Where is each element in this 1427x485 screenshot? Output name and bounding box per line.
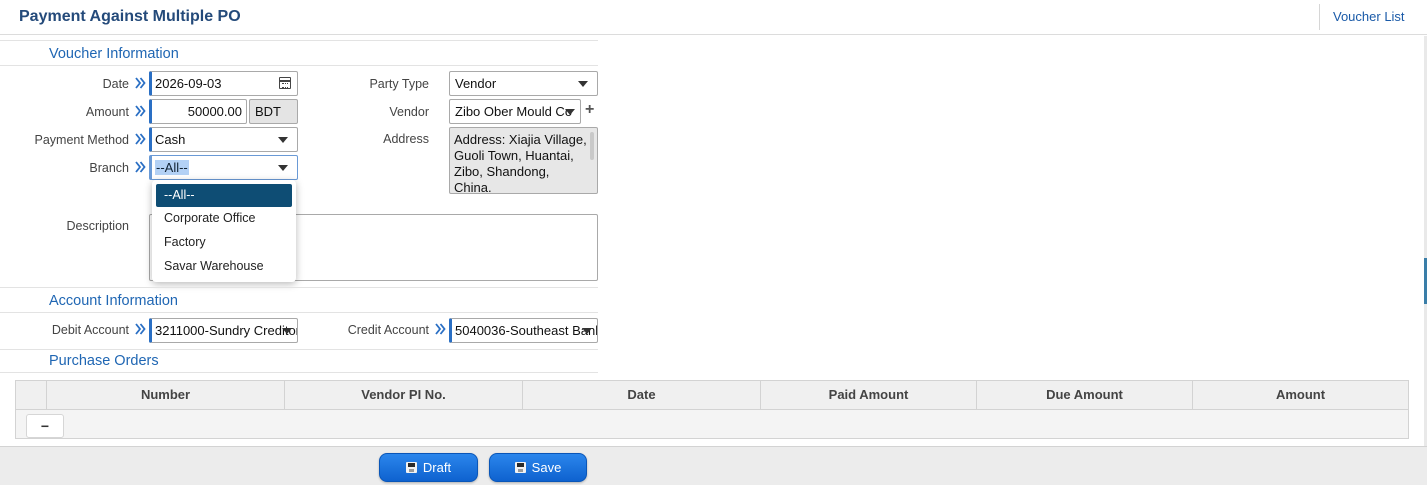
party-type-select[interactable]: Vendor xyxy=(449,71,598,96)
address-scrollbar[interactable] xyxy=(590,132,594,160)
draft-button[interactable]: Draft xyxy=(379,453,478,482)
page: Payment Against Multiple PO Voucher List… xyxy=(0,0,1427,485)
vendor-select[interactable]: Zibo Ober Mould Co xyxy=(449,99,581,124)
address-value: Address: Xiajia Village, Guoli Town, Hua… xyxy=(454,132,587,194)
caret-down-icon xyxy=(282,328,292,334)
column-header-due-amount[interactable]: Due Amount xyxy=(976,381,1192,409)
branch-select[interactable]: --All-- xyxy=(149,155,298,180)
payment-method-select[interactable]: Cash xyxy=(149,127,298,152)
voucher-section-header: Voucher Information xyxy=(0,40,598,66)
column-header-paid-amount[interactable]: Paid Amount xyxy=(760,381,976,409)
date-value: 2026-09-03 xyxy=(155,76,222,91)
currency-badge: BDT xyxy=(249,99,298,124)
page-header: Payment Against Multiple PO Voucher List xyxy=(0,0,1427,35)
caret-down-icon xyxy=(278,165,288,171)
debit-account-label: Debit Account xyxy=(51,323,129,337)
voucher-section-title: Voucher Information xyxy=(49,46,179,62)
party-type-value: Vendor xyxy=(455,76,497,91)
credit-account-value: 5040036-Southeast Bank xyxy=(455,323,598,338)
required-double-chevron-icon xyxy=(135,105,147,119)
payment-method-label: Payment Method xyxy=(34,133,130,147)
vendor-value: Zibo Ober Mould Co xyxy=(455,104,573,119)
branch-value: --All-- xyxy=(155,160,189,175)
debit-account-value: 3211000-Sundry Creditors xyxy=(155,323,298,338)
description-label: Description xyxy=(66,219,129,233)
amount-input[interactable]: 50000.00 xyxy=(149,99,247,124)
branch-label: Branch xyxy=(89,161,129,175)
column-header-amount[interactable]: Amount xyxy=(1192,381,1408,409)
footer-bar: Draft Save xyxy=(0,446,1427,485)
payment-method-value: Cash xyxy=(155,132,186,147)
caret-down-icon xyxy=(565,109,575,115)
amount-label: Amount xyxy=(85,105,129,119)
vendor-label: Vendor xyxy=(389,105,429,119)
amount-value: 50000.00 xyxy=(187,104,242,119)
purchase-orders-table: Number Vendor PI No. Date Paid Amount Du… xyxy=(15,380,1409,439)
credit-account-select[interactable]: 5040036-Southeast Bank xyxy=(449,318,598,343)
date-label: Date xyxy=(102,77,129,91)
floppy-disk-icon xyxy=(514,462,526,473)
save-button[interactable]: Save xyxy=(489,453,587,482)
purchase-section-header: Purchase Orders xyxy=(0,349,598,373)
branch-option-savar-warehouse[interactable]: Savar Warehouse xyxy=(156,255,292,278)
required-double-chevron-icon xyxy=(135,323,147,337)
caret-down-icon xyxy=(582,328,592,334)
required-double-chevron-icon xyxy=(135,133,147,147)
remove-row-button[interactable]: − xyxy=(26,414,64,438)
caret-down-icon xyxy=(578,81,588,87)
address-textarea[interactable]: Address: Xiajia Village, Guoli Town, Hua… xyxy=(449,127,598,194)
purchase-section-title: Purchase Orders xyxy=(49,353,159,369)
branch-option-factory[interactable]: Factory xyxy=(156,231,292,254)
branch-option-corporate-office[interactable]: Corporate Office xyxy=(156,207,292,230)
add-vendor-plus-icon[interactable]: + xyxy=(585,101,594,119)
column-header-vendor-pi[interactable]: Vendor PI No. xyxy=(284,381,522,409)
page-title: Payment Against Multiple PO xyxy=(19,8,241,25)
column-header-number[interactable]: Number xyxy=(46,381,284,409)
account-section-header: Account Information xyxy=(0,287,598,313)
debit-account-select[interactable]: 3211000-Sundry Creditors xyxy=(149,318,298,343)
voucher-list-link[interactable]: Voucher List xyxy=(1319,4,1427,30)
column-header-date[interactable]: Date xyxy=(522,381,760,409)
address-label: Address xyxy=(383,132,429,146)
floppy-disk-icon xyxy=(405,462,417,473)
save-button-label: Save xyxy=(531,460,562,475)
branch-option-all[interactable]: --All-- xyxy=(156,184,292,207)
table-header: Number Vendor PI No. Date Paid Amount Du… xyxy=(16,381,1408,410)
caret-down-icon xyxy=(278,137,288,143)
credit-account-label: Credit Account xyxy=(347,323,429,337)
required-double-chevron-icon xyxy=(135,77,147,91)
party-type-label: Party Type xyxy=(369,77,429,91)
account-section-title: Account Information xyxy=(49,293,178,309)
required-double-chevron-icon xyxy=(135,161,147,175)
date-input[interactable]: 2026-09-03 xyxy=(149,71,298,96)
calendar-icon[interactable] xyxy=(279,77,291,89)
draft-button-label: Draft xyxy=(422,460,452,475)
branch-dropdown-list: --All-- Corporate Office Factory Savar W… xyxy=(152,180,296,282)
required-double-chevron-icon xyxy=(435,323,447,337)
